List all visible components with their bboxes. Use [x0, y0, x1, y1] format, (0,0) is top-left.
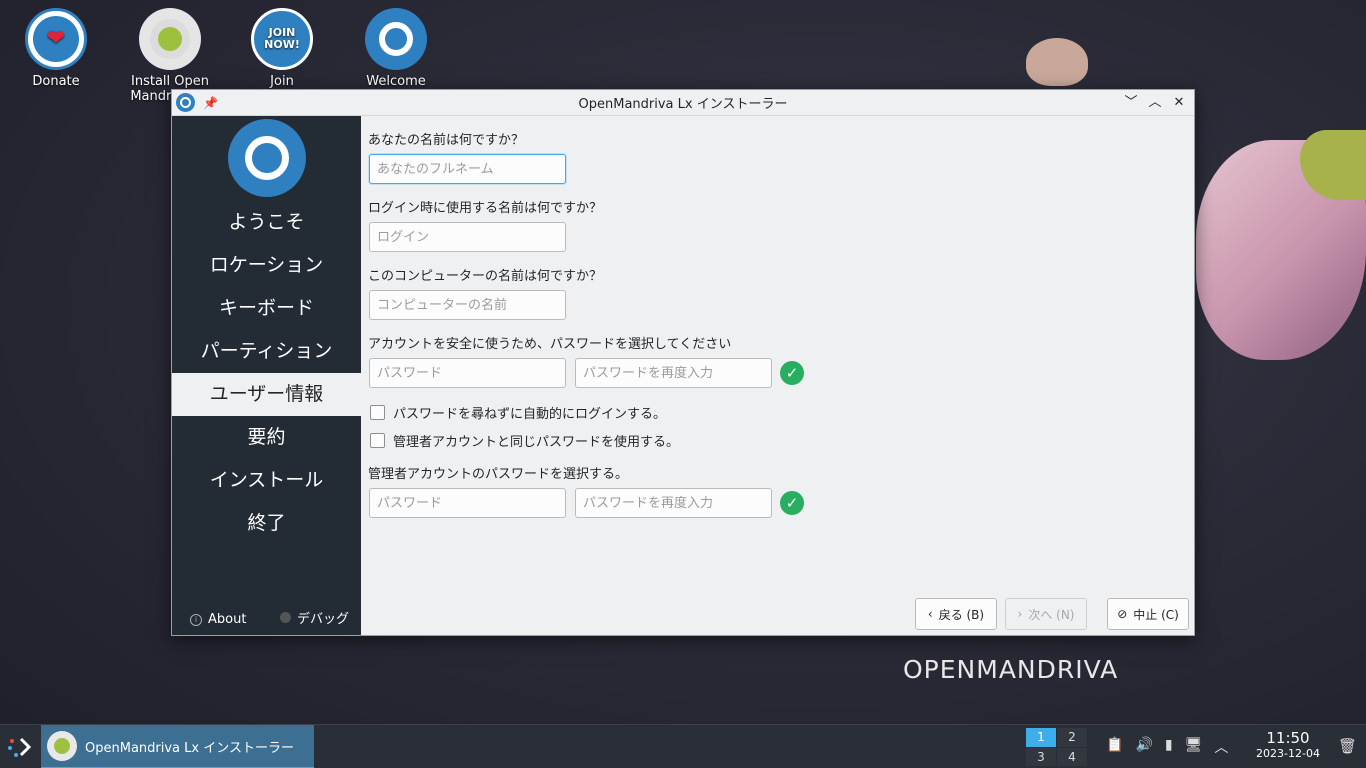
desktop-1[interactable]: 1 — [1026, 728, 1056, 747]
autologin-label: パスワードを尋ねずに自動的にログインする。 — [393, 407, 667, 422]
cancel-label: 中止 (C) — [1133, 607, 1179, 622]
desktop-icon-donate[interactable]: ❤ Donate — [8, 8, 104, 89]
virtual-desktop-pager[interactable]: 1 2 3 4 — [1026, 728, 1087, 766]
app-icon[interactable] — [176, 93, 195, 112]
join-now-icon: JOIN NOW! — [251, 8, 313, 70]
window-title: OpenMandriva Lx インストーラー — [578, 97, 788, 112]
about-label: About — [208, 612, 247, 627]
users-page: あなたの名前は何ですか？ ログイン時に使用する名前は何ですか？ このコンピュータ… — [368, 116, 1194, 635]
chevron-right-icon: › — [1017, 607, 1023, 621]
reuse-password-option[interactable]: 管理者アカウントと同じパスワードを使用する。 — [370, 431, 679, 450]
check-icon: ✓ — [780, 491, 804, 515]
minimize-button[interactable]: ﹀ — [1122, 94, 1140, 112]
step-summary: 要約 — [247, 426, 286, 448]
hostname-question: このコンピューターの名前は何ですか？ — [368, 269, 603, 284]
desktop-icon-label: Join — [270, 74, 294, 89]
root-password-input[interactable] — [369, 488, 566, 518]
check-icon: ✓ — [780, 361, 804, 385]
debug-label: デバッグ — [296, 612, 349, 627]
autologin-option[interactable]: パスワードを尋ねずに自動的にログインする。 — [370, 403, 666, 422]
debug-icon — [279, 612, 291, 623]
login-input[interactable] — [369, 222, 566, 252]
step-location: ロケーション — [209, 254, 324, 276]
login-question: ログイン時に使用する名前は何ですか？ — [368, 201, 603, 216]
info-icon: i — [190, 613, 202, 626]
next-button[interactable]: › 次へ (N) — [1005, 598, 1087, 630]
openmandriva-logo-icon — [365, 8, 427, 70]
trash-icon[interactable]: 🗑 — [1338, 737, 1357, 755]
application-launcher-icon[interactable] — [6, 733, 36, 763]
titlebar[interactable]: 📌 OpenMandriva Lx インストーラー ﹀ ︿ ✕ — [172, 90, 1194, 116]
cancel-icon: ⊘ — [1117, 607, 1128, 621]
chevron-left-icon: ‹ — [927, 607, 933, 621]
step-welcome: ようこそ — [228, 211, 305, 233]
desktop-icon-welcome[interactable]: Welcome — [348, 8, 444, 96]
fullname-input[interactable] — [369, 154, 566, 184]
desktop-3[interactable]: 3 — [1026, 747, 1056, 766]
desktop-icon-join[interactable]: JOIN NOW! Join — [234, 8, 330, 96]
password-repeat-input[interactable] — [575, 358, 772, 388]
openmandriva-brand: OPENMANDRIVA — [903, 655, 1119, 684]
openmandriva-logo-icon — [228, 119, 306, 197]
clipboard-icon[interactable]: 📋 — [1106, 737, 1123, 757]
desktop-icon-label: Welcome — [366, 74, 426, 89]
reuse-password-checkbox[interactable] — [370, 433, 385, 448]
install-disc-icon — [47, 731, 77, 761]
taskbar-item-installer[interactable]: OpenMandriva Lx インストーラー — [41, 725, 314, 768]
password-input[interactable] — [369, 358, 566, 388]
root-password-question: 管理者アカウントのパスワードを選択する。 — [368, 467, 629, 482]
maximize-button[interactable]: ︿ — [1146, 94, 1164, 112]
desktop-icon-label: Donate — [32, 74, 80, 89]
autologin-checkbox[interactable] — [370, 405, 385, 420]
clock[interactable]: 11:50 2023-12-04 — [1250, 729, 1326, 761]
heart-icon: ❤ — [25, 8, 87, 70]
about-button[interactable]: i About — [190, 612, 246, 627]
usb-device-icon[interactable]: ▮ — [1165, 737, 1173, 757]
cancel-button[interactable]: ⊘ 中止 (C) — [1107, 598, 1189, 630]
root-password-repeat-input[interactable] — [575, 488, 772, 518]
taskbar: OpenMandriva Lx インストーラー 1 2 3 4 📋 🔊 ▮ 🖥 … — [0, 724, 1366, 768]
step-keyboard: キーボード — [218, 297, 314, 319]
step-partition: パーティション — [200, 340, 333, 362]
password-question: アカウントを安全に使うため、パスワードを選択してください — [368, 337, 732, 352]
step-install: インストール — [209, 469, 324, 491]
next-label: 次へ (N) — [1028, 607, 1075, 622]
task-label: OpenMandriva Lx インストーラー — [85, 740, 294, 756]
system-tray: 📋 🔊 ▮ 🖥 ︿ — [1106, 737, 1228, 757]
close-button[interactable]: ✕ — [1170, 94, 1188, 112]
install-disc-icon — [139, 8, 201, 70]
sidebar: ようこそ ロケーション キーボード パーティション ユーザー情報 要約 インスト… — [172, 116, 361, 635]
step-users: ユーザー情報 — [172, 373, 361, 416]
clock-date: 2023-12-04 — [1256, 747, 1320, 760]
step-finish: 終了 — [247, 512, 286, 534]
step-list: ようこそ ロケーション キーボード パーティション ユーザー情報 要約 インスト… — [172, 201, 361, 545]
expand-tray-icon[interactable]: ︿ — [1214, 737, 1228, 757]
back-label: 戻る (B) — [938, 607, 985, 622]
desktop-2[interactable]: 2 — [1057, 728, 1087, 747]
hostname-input[interactable] — [369, 290, 566, 320]
fullname-question: あなたの名前は何ですか？ — [368, 133, 525, 148]
volume-icon[interactable]: 🔊 — [1135, 737, 1152, 757]
debug-toggle[interactable]: デバッグ — [279, 608, 349, 627]
installer-window: 📌 OpenMandriva Lx インストーラー ﹀ ︿ ✕ ようこそ ロケー… — [171, 89, 1195, 636]
desktop-4[interactable]: 4 — [1057, 747, 1087, 766]
clock-time: 11:50 — [1266, 729, 1310, 747]
flower-decoration — [1026, 38, 1088, 86]
reuse-password-label: 管理者アカウントと同じパスワードを使用する。 — [393, 435, 680, 450]
pin-icon[interactable]: 📌 — [203, 96, 218, 110]
back-button[interactable]: ‹ 戻る (B) — [915, 598, 997, 630]
network-icon[interactable]: 🖥 — [1185, 737, 1203, 757]
